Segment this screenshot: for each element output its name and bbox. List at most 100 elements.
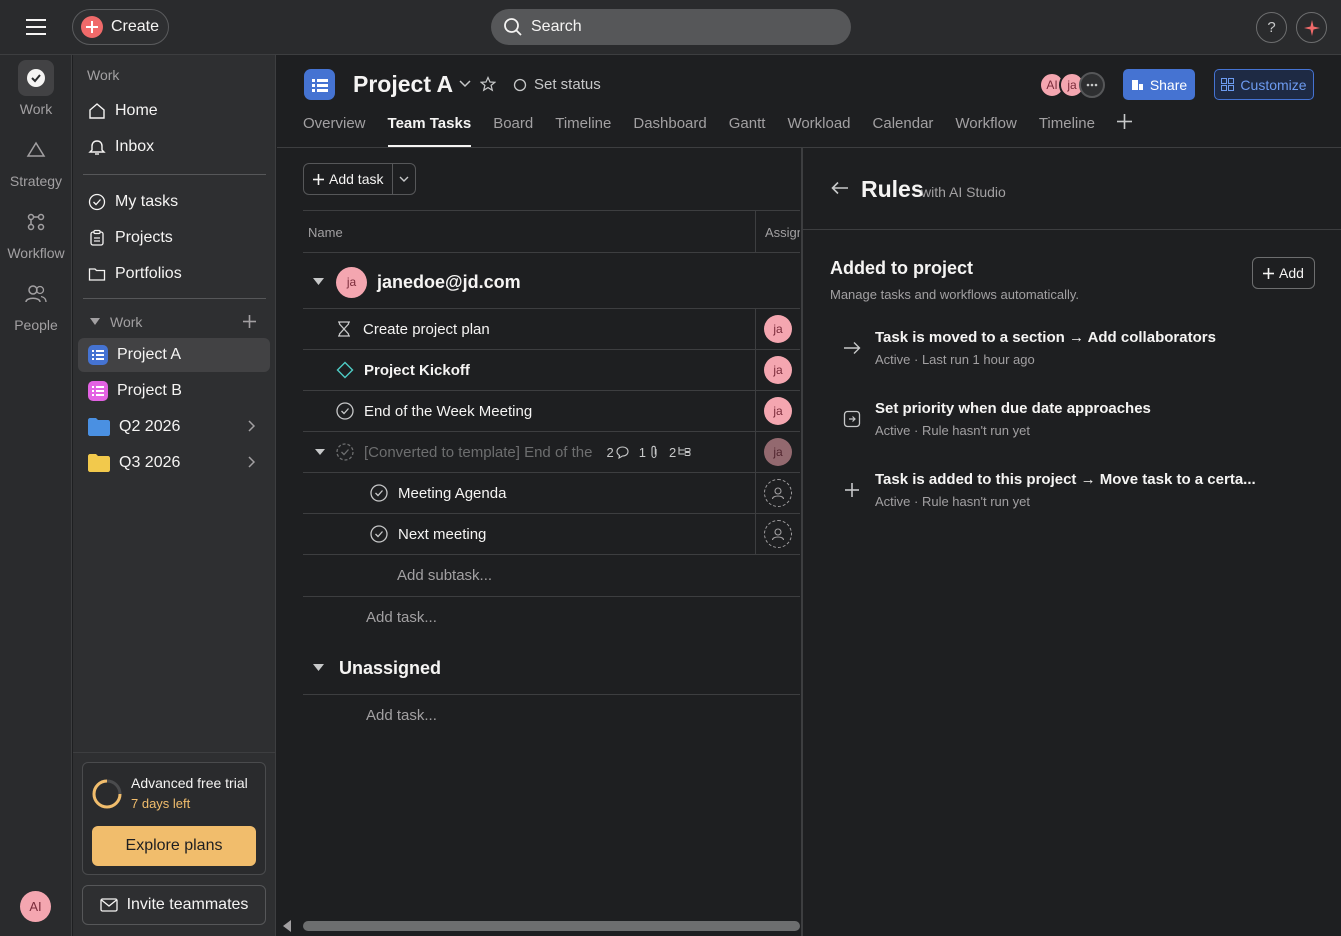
more-members-icon[interactable] [1079, 72, 1105, 98]
rail-item-workflow[interactable]: Workflow [0, 204, 72, 261]
assignee-avatar[interactable]: ja [764, 315, 792, 343]
add-tab-icon[interactable] [1116, 114, 1132, 146]
rule-item[interactable]: Task is added to this project → Move tas… [843, 471, 1303, 515]
tab-workload[interactable]: Workload [787, 115, 850, 147]
tab-gantt[interactable]: Gantt [729, 115, 766, 147]
sidebar-item-inbox[interactable]: Inbox [78, 130, 270, 164]
table-row[interactable]: [Converted to template] End of the 2 1 2 [303, 432, 800, 472]
caret-down-icon[interactable] [313, 278, 324, 286]
tab-dashboard[interactable]: Dashboard [633, 115, 706, 147]
check-circle-icon[interactable] [336, 402, 354, 420]
add-subtask-row[interactable]: Add subtask... [303, 555, 800, 595]
explore-plans-button[interactable]: Explore plans [92, 826, 256, 866]
rail-label: Work [19, 101, 53, 117]
hamburger-menu-icon[interactable] [22, 14, 50, 40]
sidebar-item-q3-2026[interactable]: Q3 2026 [78, 446, 270, 480]
work-group-header[interactable]: Work [90, 314, 142, 330]
sidebar-section-title: Work [87, 67, 120, 83]
add-project-icon[interactable] [243, 315, 256, 328]
scroll-left-arrow-icon[interactable] [283, 920, 291, 932]
tab-overview[interactable]: Overview [303, 115, 366, 147]
check-circle-dashed-icon[interactable] [336, 443, 354, 461]
scrollbar-thumb[interactable] [303, 921, 800, 931]
sidebar: Work Home Inbox My tasks Projects Portfo… [73, 55, 276, 936]
paperclip-icon [649, 445, 659, 459]
sidebar-item-my-tasks[interactable]: My tasks [78, 185, 270, 219]
add-task-button[interactable]: Add task [303, 163, 416, 195]
add-task-row[interactable]: Add task... [303, 597, 800, 637]
sidebar-item-projects[interactable]: Projects [78, 221, 270, 255]
rule-item[interactable]: Task is moved to a section → Add collabo… [843, 329, 1303, 373]
subtask-row[interactable]: Next meeting [303, 514, 800, 554]
rail-item-strategy[interactable]: Strategy [0, 132, 72, 189]
assignee-avatar[interactable]: ja [764, 356, 792, 384]
subtask-row[interactable]: Meeting Agenda [303, 473, 800, 513]
assign-user-icon[interactable] [764, 479, 792, 507]
chevron-down-icon[interactable] [459, 80, 471, 88]
section-header-unassigned[interactable]: Unassigned [303, 648, 800, 688]
rule-name: Task is added to this project → Move tas… [875, 471, 1256, 488]
trial-days-left: 7 days left [131, 796, 191, 811]
added-to-project-title: Added to project [830, 258, 973, 278]
add-rule-button[interactable]: Add [1252, 257, 1315, 289]
tab-calendar[interactable]: Calendar [873, 115, 934, 147]
tab-board[interactable]: Board [493, 115, 533, 147]
help-button[interactable]: ? [1256, 12, 1287, 43]
sidebar-item-home[interactable]: Home [78, 94, 270, 128]
column-header-assignee[interactable]: Assign [765, 225, 800, 240]
table-row[interactable]: End of the Week Meeting [303, 391, 800, 431]
table-row[interactable]: Create project plan [303, 309, 800, 349]
create-button[interactable]: Create [72, 9, 169, 45]
assign-user-icon[interactable] [764, 520, 792, 548]
check-circle-icon[interactable] [370, 484, 388, 502]
tab-workflow[interactable]: Workflow [955, 115, 1016, 147]
share-button[interactable]: Share [1123, 69, 1195, 100]
rule-item[interactable]: Set priority when due date approaches Ac… [843, 400, 1303, 444]
section-header-janedoe[interactable]: ja janedoe@jd.com [303, 262, 800, 302]
column-header-name[interactable]: Name [308, 225, 343, 240]
tab-timeline[interactable]: Timeline [555, 115, 611, 147]
add-task-row[interactable]: Add task... [303, 695, 800, 735]
tab-team-tasks[interactable]: Team Tasks [387, 115, 472, 147]
user-avatar[interactable]: AI [20, 891, 51, 922]
add-subtask-label: Add subtask... [397, 566, 493, 584]
rule-name: Task is moved to a section → Add collabo… [875, 329, 1216, 346]
trial-title: Advanced free trial [131, 775, 248, 791]
chevron-right-icon[interactable] [248, 456, 256, 468]
assignee-avatar[interactable]: ja [764, 438, 792, 466]
star-icon[interactable] [480, 76, 496, 92]
assignee-avatar[interactable]: ja [764, 397, 792, 425]
rail-item-work[interactable]: Work [0, 60, 72, 117]
customize-button[interactable]: Customize [1214, 69, 1314, 100]
table-row[interactable]: Project Kickoff [303, 350, 800, 390]
hourglass-icon[interactable] [337, 321, 351, 337]
sidebar-item-portfolios[interactable]: Portfolios [78, 257, 270, 291]
sidebar-item-project-a[interactable]: Project A [78, 338, 270, 372]
avatar: ja [336, 266, 367, 298]
chevron-down-icon[interactable] [399, 176, 409, 183]
grid-icon [1221, 78, 1235, 91]
member-avatars[interactable]: AI ja [1039, 72, 1105, 98]
rail-item-people[interactable]: People [0, 276, 72, 333]
home-icon [88, 102, 106, 120]
rules-divider [803, 229, 1341, 230]
check-circle-icon[interactable] [370, 525, 388, 543]
sidebar-item-project-b[interactable]: Project B [78, 374, 270, 408]
set-status-button[interactable]: Set status [513, 76, 601, 93]
back-arrow-icon[interactable] [831, 181, 849, 195]
sidebar-item-q2-2026[interactable]: Q2 2026 [78, 410, 270, 444]
plus-icon [845, 483, 859, 497]
tab-timeline-2[interactable]: Timeline [1039, 115, 1095, 147]
ai-sparkle-button[interactable] [1296, 12, 1327, 43]
chevron-right-icon[interactable] [248, 420, 256, 432]
caret-down-icon[interactable] [315, 448, 325, 456]
project-title[interactable]: Project A [353, 71, 453, 98]
task-name: Create project plan [363, 320, 490, 338]
sidebar-item-label: Projects [115, 229, 173, 246]
caret-down-icon[interactable] [313, 664, 324, 672]
invite-teammates-button[interactable]: Invite teammates [82, 885, 266, 925]
search-input[interactable]: Search [491, 9, 851, 45]
horizontal-scrollbar[interactable] [281, 916, 800, 934]
milestone-diamond-icon[interactable] [336, 361, 354, 379]
rail-label: Workflow [7, 245, 65, 261]
